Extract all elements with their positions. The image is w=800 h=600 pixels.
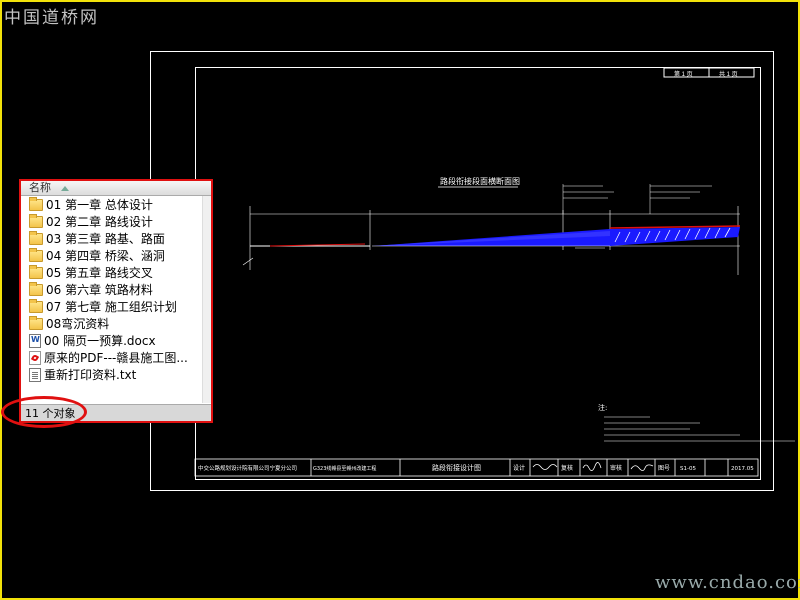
file-list-item[interactable]: 08弯沉资料	[21, 315, 201, 332]
highlight-circle	[1, 396, 87, 428]
folder-icon	[29, 213, 43, 228]
file-list-item[interactable]: 01 第一章 总体设计	[21, 196, 201, 213]
folder-icon	[29, 298, 43, 313]
file-name-label: 02 第二章 路线设计	[46, 215, 153, 229]
annotation-labels-right	[562, 184, 712, 214]
name-column-label: 名称	[29, 181, 51, 194]
folder-icon	[29, 264, 43, 279]
word-doc-icon	[29, 333, 41, 348]
file-name-label: 04 第四章 桥梁、涵洞	[46, 249, 165, 263]
file-name-label: 01 第一章 总体设计	[46, 198, 153, 212]
sort-ascending-icon	[60, 185, 69, 191]
file-list-item[interactable]: 05 第五章 路线交叉	[21, 264, 201, 281]
file-name-label: 00 隔页一预算.docx	[44, 334, 156, 348]
file-list-item[interactable]: 04 第四章 桥梁、涵洞	[21, 247, 201, 264]
tb-sheet-no: S1-05	[680, 466, 696, 472]
existing-pavement-hatch	[610, 227, 740, 246]
tb-date: 2017.05	[731, 466, 754, 472]
file-name-label: 07 第七章 施工组织计划	[46, 300, 177, 314]
header-cell-1: 第 1 页	[674, 70, 693, 78]
file-name-label: 08弯沉资料	[46, 317, 110, 331]
file-explorer-panel: 名称 01 第一章 总体设计 02 第二章 路线设计 03 第三章 路基、路面 04 …	[19, 179, 213, 423]
tb-design: 设计	[513, 464, 525, 472]
tb-company: 中交公路规划设计院有限公司宁夏分公司	[198, 464, 297, 472]
folder-icon	[29, 230, 43, 245]
name-column-header[interactable]: 名称	[21, 181, 211, 196]
file-name-label: 03 第三章 路基、路面	[46, 232, 165, 246]
folder-icon	[29, 247, 43, 262]
file-list: 01 第一章 总体设计 02 第二章 路线设计 03 第三章 路基、路面 04 第四章…	[21, 196, 201, 403]
file-list-item[interactable]: 00 隔页一预算.docx	[21, 332, 201, 349]
file-list-item[interactable]: 07 第七章 施工组织计划	[21, 298, 201, 315]
text-file-icon	[29, 367, 41, 382]
section-title: 路段衔接段面横断面图	[440, 176, 520, 186]
tb-approve: 审核	[610, 464, 622, 472]
header-cell-2: 共 1 页	[719, 70, 738, 78]
file-list-item[interactable]: 03 第三章 路基、路面	[21, 230, 201, 247]
tb-drawing-title: 路段衔接设计图	[432, 463, 481, 472]
file-list-item[interactable]: 02 第二章 路线设计	[21, 213, 201, 230]
pdf-icon	[29, 350, 41, 365]
notes-lines	[604, 416, 795, 442]
notes-title: 注:	[598, 403, 607, 412]
file-list-item[interactable]: 06 第六章 筑路材料	[21, 281, 201, 298]
vertical-scrollbar[interactable]	[202, 196, 211, 403]
file-name-label: 重新打印资料.txt	[44, 368, 137, 382]
file-name-label: 06 第六章 筑路材料	[46, 283, 153, 297]
file-list-item[interactable]: 原来的PDF---赣县施工图...	[21, 349, 201, 366]
file-name-label: 原来的PDF---赣县施工图...	[44, 351, 188, 365]
folder-icon	[29, 315, 43, 330]
file-name-label: 05 第五章 路线交叉	[46, 266, 153, 280]
signatures	[532, 462, 654, 471]
folder-icon	[29, 196, 43, 211]
tb-project: G323线赣县至赣州改建工程	[313, 465, 376, 472]
folder-icon	[29, 281, 43, 296]
tb-review: 复核	[561, 464, 573, 472]
tb-sheet-label: 图号	[658, 465, 670, 472]
file-list-item[interactable]: 重新打印资料.txt	[21, 366, 201, 383]
